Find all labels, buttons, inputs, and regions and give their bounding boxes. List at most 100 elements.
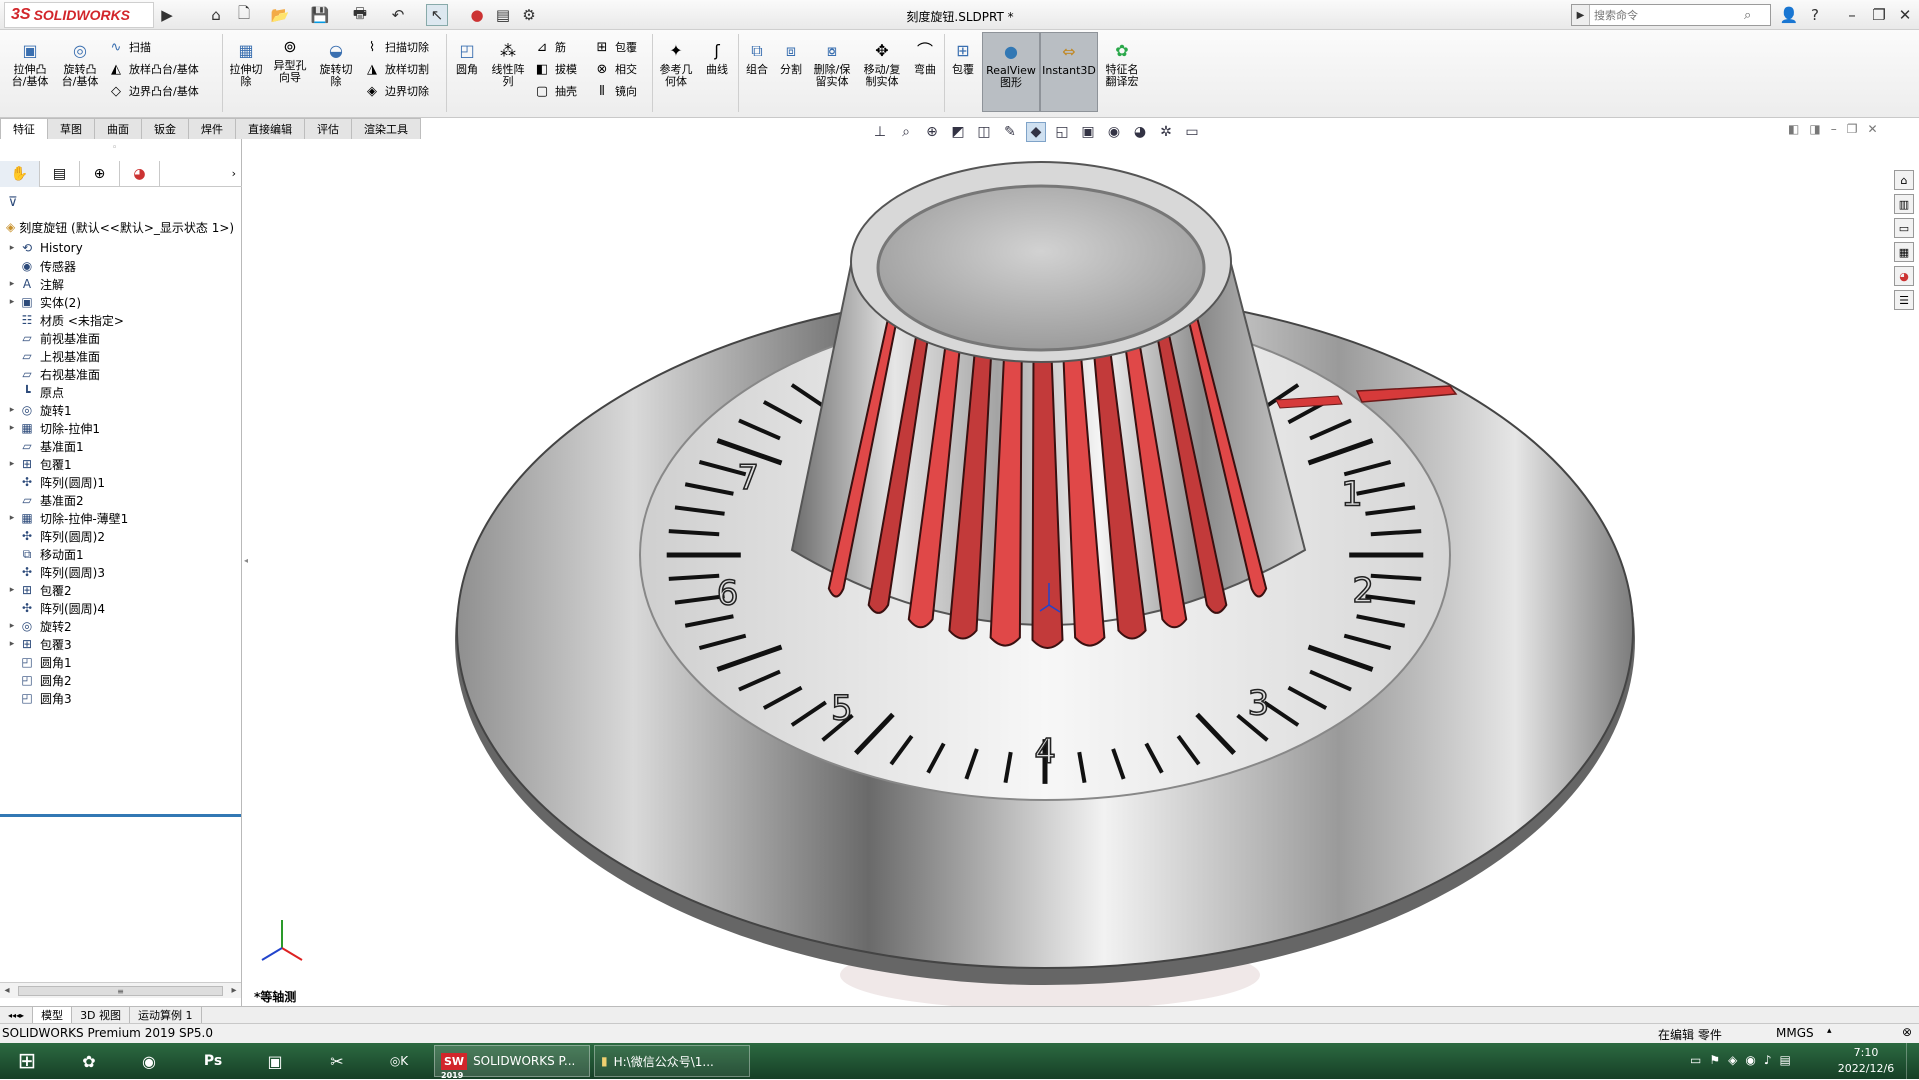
tray-volume-icon[interactable]: ♪ xyxy=(1764,1053,1772,1067)
show-desktop-button[interactable] xyxy=(1906,1043,1919,1079)
curves-button[interactable]: ʃ 曲线 xyxy=(700,40,734,76)
graphics-area[interactable]: 1 2 3 4 5 6 7 xyxy=(250,139,1890,1006)
fillet-button[interactable]: ◰ 圆角 xyxy=(450,40,484,76)
split-button[interactable]: ⧈ 分割 xyxy=(776,40,806,76)
tab-6[interactable]: 评估 xyxy=(304,118,352,139)
expand-arrow-icon[interactable]: ▸ xyxy=(6,243,18,253)
extrude-boss-button[interactable]: ▣ 拉伸凸 台/基体 xyxy=(8,40,52,88)
rollback-bar[interactable] xyxy=(0,814,241,817)
lofted-cut-button[interactable]: ◮ 放样切割 xyxy=(362,58,429,80)
realview-button[interactable]: ● RealView 图形 xyxy=(982,32,1040,112)
extrude-cut-button[interactable]: ▦ 拉伸切 除 xyxy=(226,40,266,88)
taskbar-browser-icon[interactable]: ◉ xyxy=(126,1045,172,1077)
mirror-button[interactable]: ⫴ 镜向 xyxy=(592,80,637,102)
taskbar-app-icon[interactable]: ✿ xyxy=(66,1045,112,1077)
bottom-tab-1[interactable]: 3D 视图 xyxy=(72,1006,131,1024)
tab-3[interactable]: 钣金 xyxy=(141,118,189,139)
restore-icon[interactable]: ❐ xyxy=(1868,4,1890,26)
sweep-button[interactable]: ∿ 扫描 xyxy=(106,36,199,58)
panel-right-icon[interactable]: ◨ xyxy=(1809,122,1820,136)
expand-tabs-icon[interactable]: › xyxy=(160,161,242,186)
expand-arrow-icon[interactable]: ▸ xyxy=(6,639,18,649)
photoshop-icon[interactable]: Ps xyxy=(190,1045,236,1077)
feature-translate-macro-button[interactable]: ✿ 特征名 翻译宏 xyxy=(1102,40,1142,88)
hole-wizard-button[interactable]: ⊚ 异型孔 向导 xyxy=(270,36,310,84)
expand-arrow-icon[interactable]: ▸ xyxy=(6,423,18,433)
solidworks-logo[interactable]: 3S SOLIDWORKS xyxy=(4,2,154,28)
display-manager-tab-icon[interactable]: ◕ xyxy=(120,161,160,187)
linear-pattern-button[interactable]: ⁂ 线性阵 列 xyxy=(488,40,528,88)
search-input[interactable] xyxy=(1594,8,1744,22)
clock[interactable]: 7:10 2022/12/6 xyxy=(1836,1045,1896,1077)
revolve-cut-button[interactable]: ◒ 旋转切 除 xyxy=(316,40,356,88)
save-icon[interactable]: 💾 xyxy=(309,4,331,26)
search-scope-icon[interactable]: ▶ xyxy=(1572,5,1590,25)
scroll-thumb[interactable]: ≡ xyxy=(18,985,223,996)
taskbar-media-icon[interactable]: ▣ xyxy=(252,1045,298,1077)
units-selector[interactable]: MMGS xyxy=(1776,1026,1814,1040)
shell-button[interactable]: ▢ 抽壳 xyxy=(532,80,577,102)
draft-button[interactable]: ◧ 拔模 xyxy=(532,58,577,80)
expand-arrow-icon[interactable]: ▸ xyxy=(6,513,18,523)
tab-0[interactable]: 特征 xyxy=(0,118,48,139)
file-explorer-icon[interactable]: ▭ xyxy=(1894,218,1914,238)
wrap-button[interactable]: ⊞ 包覆 xyxy=(592,36,637,58)
delete-keep-body-button[interactable]: ⧇ 删除/保 留实体 xyxy=(810,40,854,88)
status-bar-toggle-icon[interactable]: ⊗ xyxy=(1902,1025,1912,1039)
start-button-icon[interactable]: ⊞ xyxy=(4,1045,50,1077)
filter-icon[interactable]: ⊽ xyxy=(8,195,18,210)
tab-2[interactable]: 曲面 xyxy=(94,118,142,139)
intersect-button[interactable]: ⊗ 相交 xyxy=(592,58,637,80)
rib-button[interactable]: ⊿ 筋 xyxy=(532,36,577,58)
view-palette-icon[interactable]: ▦ xyxy=(1894,242,1914,262)
search-icon[interactable]: ⌕ xyxy=(1744,8,1751,23)
tab-scroll-icon[interactable]: ◂◂◂▸ xyxy=(0,1006,34,1024)
expand-arrow-icon[interactable]: ▸ xyxy=(6,279,18,289)
loft-boss-button[interactable]: ◭ 放样凸台/基体 xyxy=(106,58,199,80)
expand-arrow-icon[interactable]: ▸ xyxy=(6,585,18,595)
expand-arrow-icon[interactable]: ▸ xyxy=(6,459,18,469)
instant3d-button[interactable]: ⇔ Instant3D xyxy=(1040,32,1098,112)
options-gear-icon[interactable]: ⚙ xyxy=(518,4,540,26)
close-icon[interactable]: ✕ xyxy=(1894,4,1916,26)
appearances-icon[interactable]: ◕ xyxy=(1894,266,1914,286)
tab-4[interactable]: 焊件 xyxy=(188,118,236,139)
scroll-right-icon[interactable]: ▸ xyxy=(227,985,241,996)
taskbar-ok-icon[interactable]: ◎K xyxy=(376,1045,422,1077)
solidworks-resources-icon[interactable]: ⌂ xyxy=(1894,170,1914,190)
tab-7[interactable]: 渲染工具 xyxy=(351,118,421,139)
viewport-minimize-icon[interactable]: – xyxy=(1831,122,1837,136)
tray-keyboard-icon[interactable]: ▭ xyxy=(1690,1053,1701,1067)
file-properties-icon[interactable]: ▤ xyxy=(492,4,514,26)
wrap-big-button[interactable]: ⊞ 包覆 xyxy=(948,40,978,76)
tree-item[interactable]: ◰ 圆角3 xyxy=(6,687,71,709)
taskbar-folder-app[interactable]: ▮ H:\微信公众号\1... xyxy=(594,1045,750,1077)
scroll-left-icon[interactable]: ◂ xyxy=(0,985,14,996)
panel-splitter[interactable]: ◂ xyxy=(242,540,250,580)
revolve-boss-button[interactable]: ◎ 旋转凸 台/基体 xyxy=(58,40,102,88)
tray-power-icon[interactable]: ▤ xyxy=(1780,1053,1791,1067)
new-document-icon[interactable]: 🗋 xyxy=(233,4,255,26)
swept-cut-button[interactable]: ⌇ 扫描切除 xyxy=(362,36,429,58)
boundary-cut-button[interactable]: ◈ 边界切除 xyxy=(362,80,429,102)
expand-arrow-icon[interactable]: ▸ xyxy=(6,621,18,631)
menu-arrow-icon[interactable]: ▶ xyxy=(156,4,178,26)
flex-button[interactable]: ⌒ 弯曲 xyxy=(910,40,940,76)
help-icon[interactable]: ? xyxy=(1804,4,1826,26)
units-dropdown-icon[interactable]: ▴ xyxy=(1827,1026,1832,1036)
horizontal-scrollbar[interactable]: ◂ ≡ ▸ xyxy=(0,982,241,998)
taskbar-solidworks-app[interactable]: SW 2019 SOLIDWORKS P... xyxy=(434,1045,590,1080)
tab-5[interactable]: 直接编辑 xyxy=(235,118,305,139)
taskbar-tool-icon[interactable]: ✂ xyxy=(314,1045,360,1077)
design-library-icon[interactable]: ▥ xyxy=(1894,194,1914,214)
minimize-icon[interactable]: – xyxy=(1841,4,1863,26)
bottom-tab-2[interactable]: 运动算例 1 xyxy=(130,1006,202,1024)
viewport-close-icon[interactable]: ✕ xyxy=(1867,122,1877,136)
reference-geometry-button[interactable]: ✦ 参考几 何体 xyxy=(656,40,696,88)
combine-button[interactable]: ⧉ 组合 xyxy=(742,40,772,76)
expand-arrow-icon[interactable]: ▸ xyxy=(6,405,18,415)
tray-security-icon[interactable]: ◈ xyxy=(1728,1053,1737,1067)
feature-manager-tab-icon[interactable]: ✋ xyxy=(0,161,40,187)
custom-properties-icon[interactable]: ☰ xyxy=(1894,290,1914,310)
home-icon[interactable]: ⌂ xyxy=(205,4,227,26)
